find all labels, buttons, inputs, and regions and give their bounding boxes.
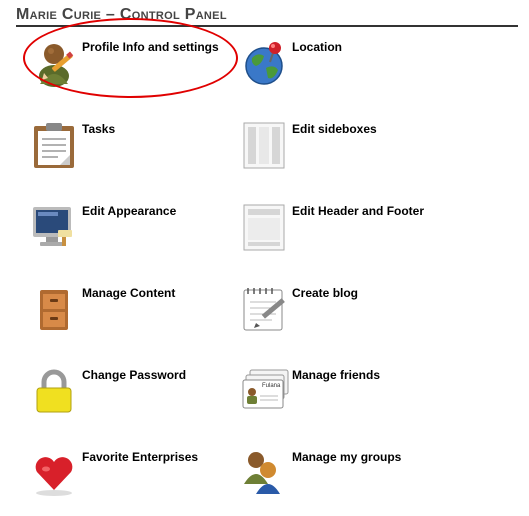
change-password-label: Change Password [82,368,187,382]
location-link[interactable]: Location [242,40,442,100]
manage-friends-label: Manage friends [292,368,381,382]
page-title: Marie Curie – Control Panel [16,6,227,23]
sideboxes-layout-icon [242,122,292,176]
edit-sideboxes-label: Edit sideboxes [292,122,377,136]
create-blog-label: Create blog [292,286,359,300]
manage-groups-label: Manage my groups [292,450,402,464]
monitor-brush-icon [32,204,82,258]
change-password-link[interactable]: Change Password [32,368,232,428]
manage-friends-link[interactable]: Fulana Manage friends [242,368,442,428]
globe-pin-icon [242,40,292,94]
manage-groups-link[interactable]: Manage my groups [242,450,442,510]
favorite-enterprises-label: Favorite Enterprises [82,450,199,464]
notepad-pencil-icon [242,286,292,340]
tasks-link[interactable]: Tasks [32,122,232,182]
manage-content-label: Manage Content [82,286,176,300]
edit-header-footer-label: Edit Header and Footer [292,204,425,218]
location-label: Location [292,40,342,54]
contact-cards-icon [242,368,292,422]
profile-settings-link[interactable]: Profile Info and settings [32,40,232,100]
edit-appearance-label: Edit Appearance [82,204,177,218]
edit-header-footer-link[interactable]: Edit Header and Footer [242,204,442,264]
user-pencil-icon [32,40,82,94]
edit-appearance-link[interactable]: Edit Appearance [32,204,232,264]
heart-icon [32,450,82,504]
profile-settings-label: Profile Info and settings [82,40,219,54]
create-blog-link[interactable]: Create blog [242,286,442,346]
edit-sideboxes-link[interactable]: Edit sideboxes [242,122,442,182]
file-cabinet-icon [32,286,82,340]
manage-content-link[interactable]: Manage Content [32,286,232,346]
group-users-icon [242,450,292,504]
title-underline [16,25,518,27]
padlock-icon [32,368,82,422]
tasks-label: Tasks [82,122,116,136]
contact-card-text: Fulana [262,383,281,389]
favorite-enterprises-link[interactable]: Favorite Enterprises [32,450,232,510]
header-footer-layout-icon [242,204,292,258]
clipboard-icon [32,122,82,176]
